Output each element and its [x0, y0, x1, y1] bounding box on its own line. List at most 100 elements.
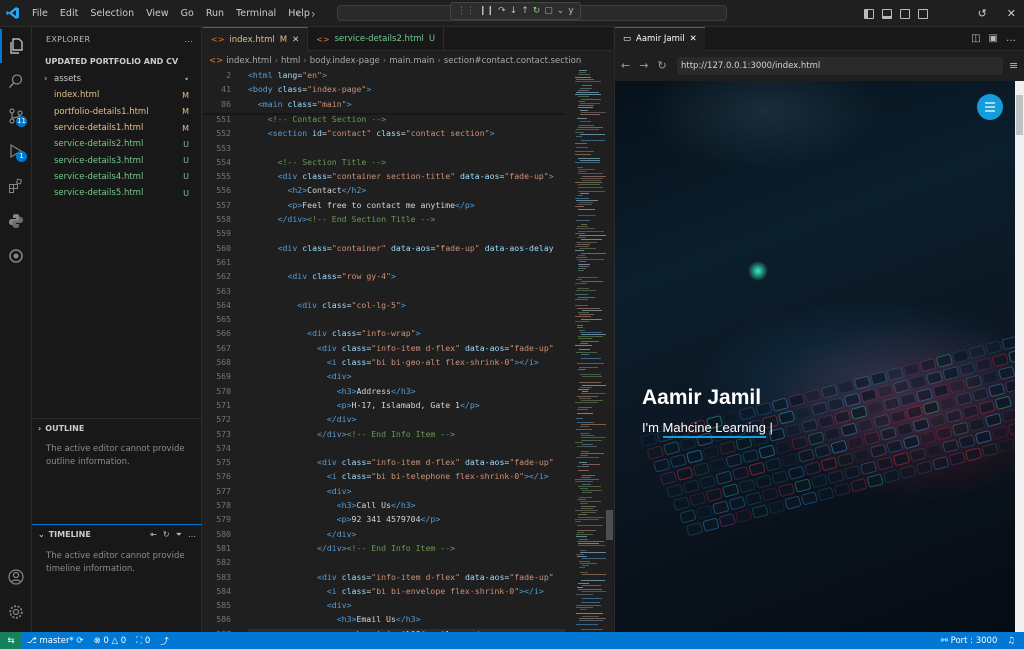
source-control-icon[interactable]: 11 — [0, 99, 32, 133]
settings-gear-icon[interactable] — [0, 595, 32, 629]
minimap-line — [582, 483, 591, 485]
remote-explorer-icon[interactable] — [0, 239, 32, 273]
url-input[interactable]: http://127.0.0.1:3000/index.html — [677, 57, 1003, 75]
filter-icon[interactable]: ⏷ — [176, 530, 182, 540]
file-item[interactable]: portfolio-details1.html M — [32, 104, 201, 120]
extensions-icon[interactable] — [0, 169, 32, 203]
keyboard-key — [919, 430, 936, 445]
file-item[interactable]: index.html M — [32, 87, 201, 103]
minimap-line — [579, 620, 603, 621]
minimap-line — [582, 598, 602, 599]
sticky-scroll-line[interactable]: 41 <body class="index-page"> — [203, 84, 565, 99]
problems-indicator[interactable]: ⊗ 0 △ 0 — [89, 636, 132, 646]
sticky-scroll-line[interactable]: 86 <main class="main"> — [203, 98, 565, 113]
tab-index-html[interactable]: <> index.html M ✕ — [203, 27, 309, 51]
minimap-line — [576, 147, 588, 148]
menu-run[interactable]: Run — [200, 0, 230, 27]
search-icon[interactable] — [0, 64, 32, 98]
file-item[interactable]: service-details5.html U — [32, 185, 201, 201]
keyboard-key — [660, 471, 677, 485]
debug-dropdown-icon[interactable]: ⌄ — [557, 6, 565, 16]
close-window-icon[interactable]: ✕ — [1007, 7, 1016, 20]
tab-service-details2[interactable]: <> service-details2.html U — [308, 27, 445, 51]
browser-back-icon[interactable]: ← — [621, 59, 630, 72]
drag-grip-icon[interactable]: ⋮⋮ — [457, 6, 475, 16]
toggle-panel-icon[interactable] — [882, 8, 892, 19]
file-item[interactable]: service-details3.html U — [32, 152, 201, 168]
browser-reload-icon[interactable]: ↻ — [657, 59, 666, 72]
file-item[interactable]: service-details2.html U — [32, 136, 201, 152]
tab-browser-preview[interactable]: ▭ Aamir Jamil ✕ — [615, 26, 705, 51]
explorer-more-button[interactable]: ... — [184, 35, 193, 44]
timeline-header[interactable]: ⌄ TIMELINE ⇤ ↻ ⏷ … — [32, 524, 202, 544]
tab-close-icon[interactable]: ✕ — [690, 34, 697, 44]
python-icon[interactable] — [0, 204, 32, 238]
remote-indicator-icon[interactable]: ⇆ — [0, 632, 22, 649]
preview-more-icon[interactable]: … — [1006, 33, 1016, 44]
minimap-line — [582, 375, 602, 377]
explorer-icon[interactable] — [0, 29, 32, 63]
breadcrumb-item[interactable]: html — [281, 56, 300, 66]
code-line: </div><!-- End Info Item --> — [317, 542, 456, 553]
account-icon[interactable] — [0, 560, 32, 594]
tab-close-icon[interactable]: ✕ — [292, 35, 299, 45]
scrollbar-thumb[interactable] — [606, 510, 613, 540]
git-branch[interactable]: ⎇ master* ⟳ — [22, 636, 89, 646]
breadcrumb-item[interactable]: body.index-page — [310, 56, 380, 66]
file-item[interactable]: service-details4.html U — [32, 169, 201, 185]
split-editor-icon[interactable]: ◫ — [971, 33, 980, 44]
menu-selection[interactable]: Selection — [84, 0, 140, 27]
toggle-sidebar-icon[interactable] — [864, 8, 874, 19]
step-into-icon[interactable]: ↓ — [510, 6, 518, 16]
minimap[interactable] — [573, 70, 607, 632]
forward-arrow-icon[interactable]: › — [311, 7, 316, 21]
notifications-bell-icon[interactable]: ♫ — [1002, 636, 1020, 646]
refresh-icon[interactable]: ↻ — [163, 530, 170, 540]
timeline-more-icon[interactable]: … — [188, 530, 196, 540]
keyboard-key — [854, 375, 871, 390]
outline-header[interactable]: › OUTLINE — [32, 418, 202, 438]
toggle-secondary-sidebar-icon[interactable] — [900, 8, 910, 19]
keyboard-key — [1001, 408, 1015, 423]
minimap-line — [581, 507, 593, 509]
pin-icon[interactable]: ⇤ — [150, 530, 157, 540]
live-share-icon[interactable]: ⤴ — [155, 635, 174, 647]
menu-terminal[interactable]: Terminal — [230, 0, 282, 27]
page-scroll-thumb[interactable] — [1016, 95, 1023, 135]
step-over-icon[interactable]: ↷ — [498, 6, 506, 16]
breadcrumb-item[interactable]: section#contact.contact.section — [444, 56, 581, 66]
code-line: <div class="container" data-aos="fade-up… — [277, 242, 554, 253]
back-arrow-icon[interactable]: ‹ — [296, 7, 301, 21]
live-server-port[interactable]: ⚯ Port : 3000 — [936, 636, 1003, 646]
menu-file[interactable]: File — [26, 0, 54, 27]
stop-icon[interactable]: ▢ — [544, 6, 553, 16]
ports-indicator[interactable]: ⛶ 0 — [131, 636, 155, 646]
restore-window-icon[interactable]: ↺ — [978, 7, 987, 20]
folder-item[interactable]: › assets • — [32, 71, 201, 87]
browser-forward-icon[interactable]: → — [639, 59, 648, 72]
sticky-scroll-line[interactable]: 2 <html lang="en"> — [203, 70, 565, 85]
file-item[interactable]: service-details1.html M — [32, 120, 201, 136]
workspace-folder[interactable]: UPDATED PORTFOLIO AND CV — [32, 51, 201, 71]
menu-view[interactable]: View — [140, 0, 175, 27]
editor-scrollbar[interactable] — [606, 70, 613, 632]
breadcrumb-item[interactable]: main.main — [389, 56, 434, 66]
breadcrumb-item[interactable]: index.html — [226, 56, 271, 66]
minimap-line — [576, 536, 587, 538]
step-out-icon[interactable]: ↑ — [521, 6, 529, 16]
keyboard-key — [945, 409, 963, 423]
restart-icon[interactable]: ↻ — [533, 6, 541, 16]
code-area[interactable]: 551 <!-- Contact Section --> 552 <section… — [203, 70, 565, 632]
run-debug-icon[interactable]: 1 — [0, 134, 32, 168]
browser-menu-icon[interactable]: ≡ — [1009, 59, 1018, 72]
customize-layout-icon[interactable] — [918, 8, 928, 19]
hamburger-menu-icon[interactable] — [977, 94, 1003, 120]
pause-icon[interactable]: ❙❙ — [479, 6, 494, 16]
lock-icon[interactable]: ▣ — [989, 33, 998, 44]
keyboard-key — [975, 357, 992, 372]
vscode-logo-icon — [0, 0, 26, 27]
menu-edit[interactable]: Edit — [54, 0, 84, 27]
menu-go[interactable]: Go — [175, 0, 200, 27]
minimap-line — [577, 307, 600, 309]
page-scrollbar[interactable] — [1015, 81, 1024, 632]
